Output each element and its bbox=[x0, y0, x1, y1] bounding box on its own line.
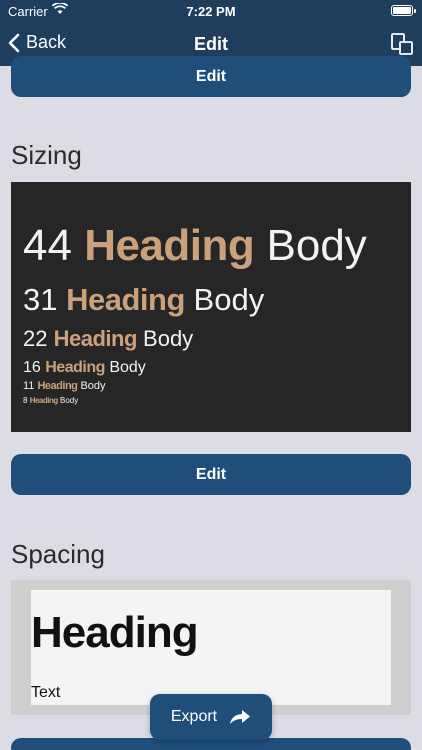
body-sample: Body bbox=[80, 380, 106, 392]
spacing-text-sample: Text bbox=[31, 684, 61, 701]
size-row-11: 11 Heading Body bbox=[23, 381, 106, 392]
spacing-card: Heading Text bbox=[31, 590, 391, 705]
status-bar: Carrier 7:22 PM bbox=[0, 0, 422, 22]
sizing-preview: 44 Heading Body 31 Heading Body 22 Headi… bbox=[11, 182, 411, 432]
clock: 7:22 PM bbox=[186, 4, 236, 19]
export-button[interactable]: Export bbox=[150, 694, 272, 740]
body-sample: Body bbox=[59, 396, 79, 405]
battery-icon bbox=[391, 5, 416, 16]
body-sample: Body bbox=[266, 221, 367, 270]
heading-sample: Heading bbox=[37, 380, 78, 392]
heading-sample: Heading bbox=[66, 282, 185, 317]
size-row-31: 31 Heading Body bbox=[23, 284, 264, 315]
spacing-title: Spacing bbox=[11, 539, 105, 569]
heading-sample: Heading bbox=[84, 221, 255, 270]
share-arrow-icon bbox=[230, 710, 251, 724]
body-sample: Body bbox=[193, 282, 265, 317]
edit-button-top[interactable]: Edit bbox=[11, 56, 411, 97]
size-value: 31 bbox=[23, 282, 58, 317]
size-value: 22 bbox=[23, 326, 48, 351]
heading-sample: Heading bbox=[29, 396, 59, 405]
size-value: 16 bbox=[23, 359, 41, 376]
nav-title: Edit bbox=[194, 34, 228, 54]
body-sample: Body bbox=[109, 359, 146, 376]
export-label: Export bbox=[170, 708, 218, 725]
heading-sample: Heading bbox=[45, 359, 105, 376]
edit-button-middle[interactable]: Edit bbox=[11, 454, 411, 495]
size-value: 44 bbox=[23, 221, 72, 270]
sizing-title: Sizing bbox=[11, 140, 82, 170]
size-row-22: 22 Heading Body bbox=[23, 328, 193, 350]
size-row-8: 8 Heading Body bbox=[23, 397, 78, 405]
size-value: 8 bbox=[23, 396, 28, 405]
size-row-16: 16 Heading Body bbox=[23, 360, 146, 376]
heading-sample: Heading bbox=[53, 326, 138, 351]
size-row-44: 44 Heading Body bbox=[23, 224, 367, 268]
spacing-heading-sample: Heading bbox=[31, 608, 199, 657]
size-value: 11 bbox=[23, 380, 35, 392]
body-sample: Body bbox=[143, 326, 194, 351]
